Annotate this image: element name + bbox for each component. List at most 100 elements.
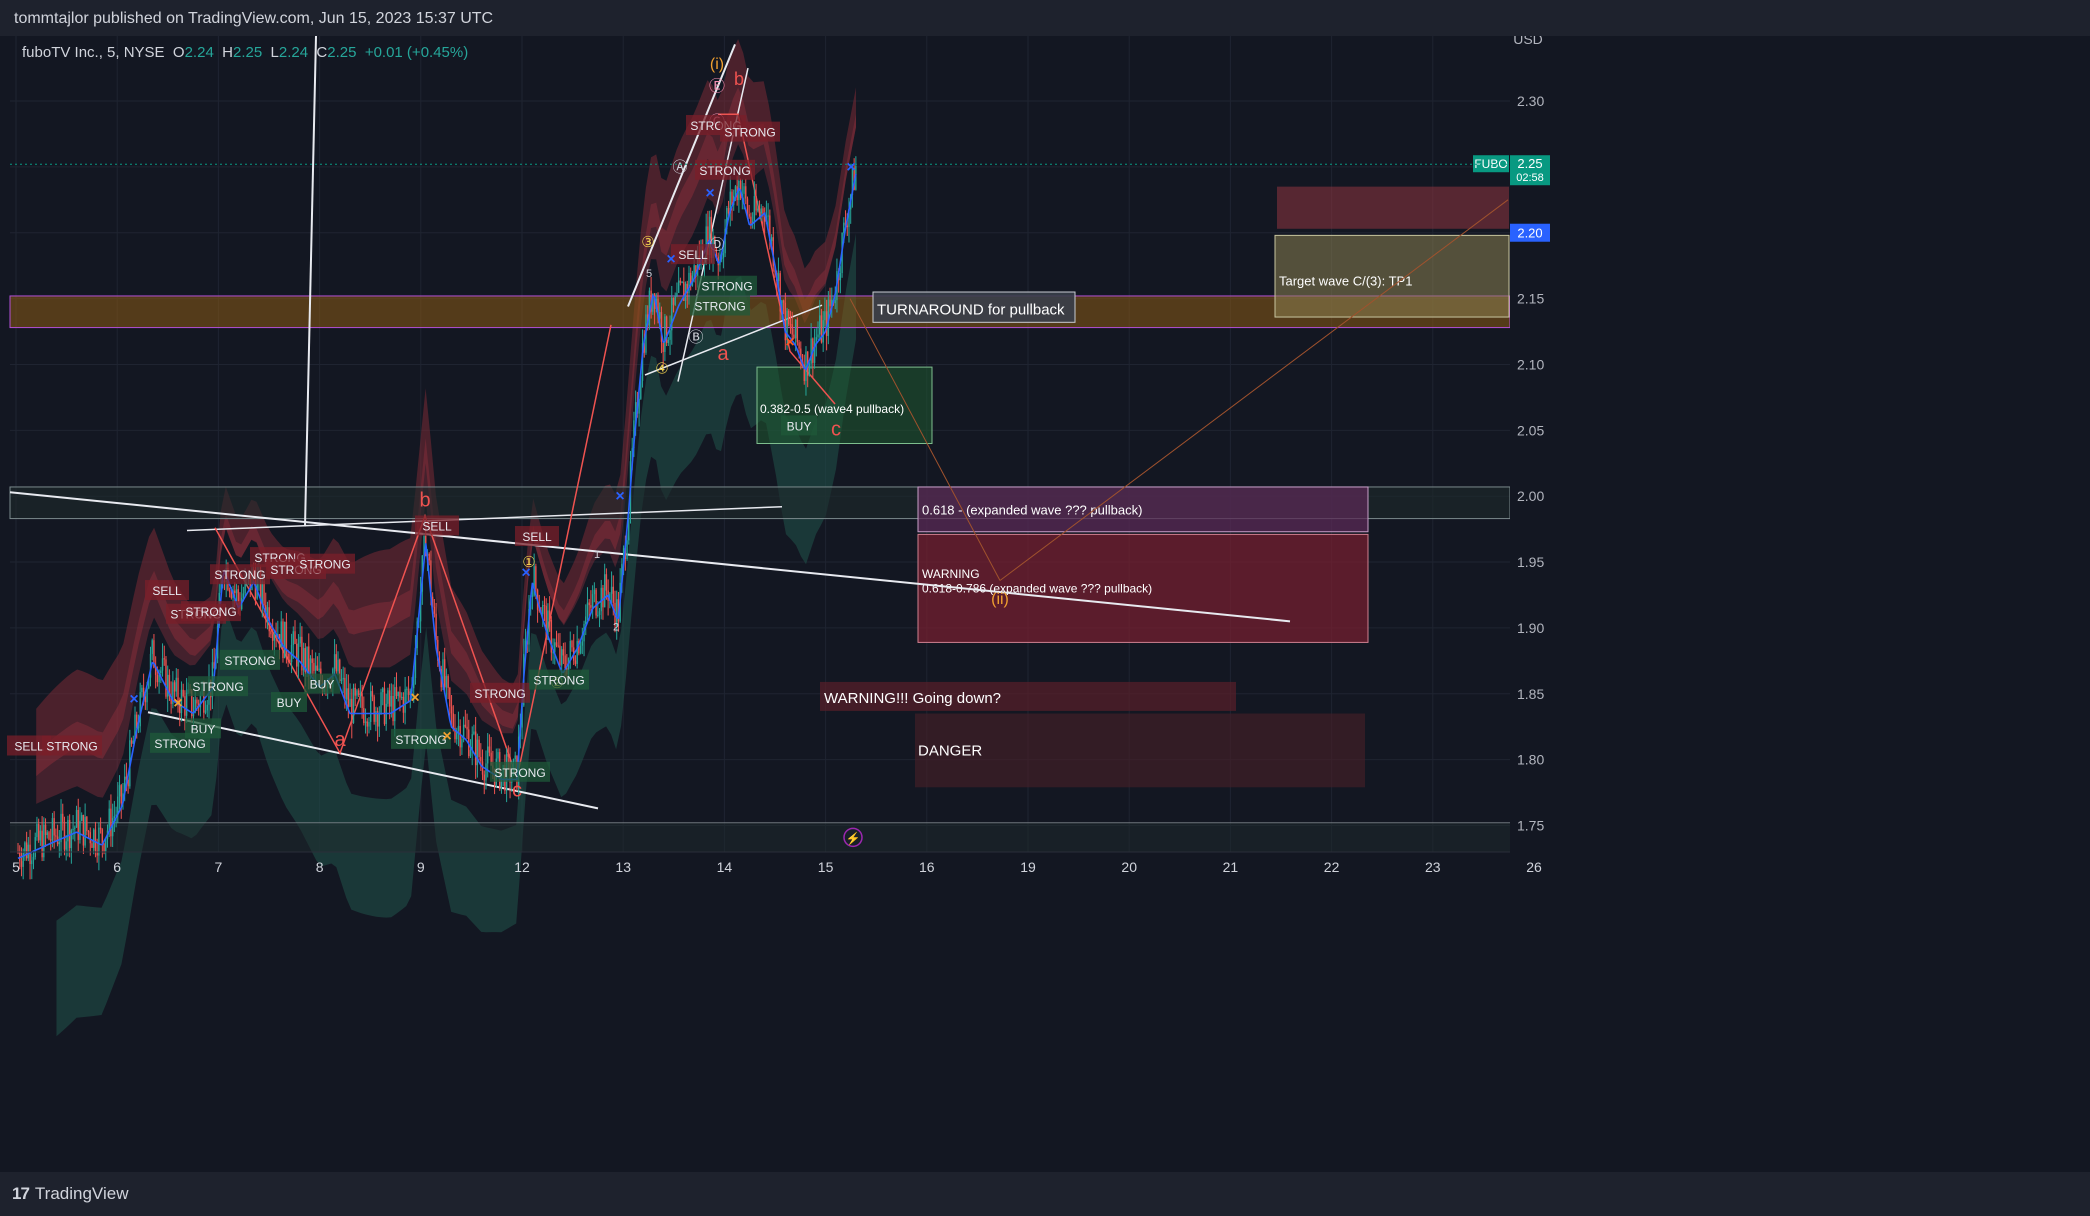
candle-body bbox=[368, 721, 370, 727]
fib618-label: 0.618 - (expanded wave ??? pullback) bbox=[922, 503, 1142, 518]
candle-body bbox=[531, 595, 534, 597]
signal-label: STRONG bbox=[192, 680, 243, 694]
footer-bar: 17 TradingView bbox=[0, 1172, 2090, 1216]
candle-body bbox=[166, 674, 169, 697]
candle-body bbox=[53, 818, 55, 836]
candle-body bbox=[234, 590, 236, 594]
candle-body bbox=[296, 643, 298, 667]
candle-body bbox=[433, 606, 436, 614]
candle-body bbox=[667, 339, 670, 343]
candle-body bbox=[359, 693, 362, 696]
price-chart[interactable]: Target wave C/(3): TP1TURNAROUND for pul… bbox=[0, 36, 2090, 1172]
cross-marker: × bbox=[705, 185, 714, 202]
tradingview-brand[interactable]: 17 TradingView bbox=[12, 1184, 128, 1204]
candle-body bbox=[746, 198, 749, 215]
candle-body bbox=[242, 593, 245, 598]
candle-body bbox=[237, 589, 239, 602]
candle-body bbox=[370, 691, 372, 722]
candle-body bbox=[755, 196, 757, 211]
candle-body bbox=[308, 646, 310, 674]
cross-marker: × bbox=[785, 334, 794, 351]
candle-body bbox=[63, 821, 66, 850]
wave-label: a bbox=[717, 343, 729, 365]
price-tick: 1.80 bbox=[1517, 752, 1544, 768]
signal-label: BUY bbox=[787, 419, 812, 433]
candle-body bbox=[51, 818, 54, 841]
candle-body bbox=[760, 208, 762, 214]
candle-body bbox=[101, 829, 104, 844]
wave-label: (i) bbox=[710, 56, 724, 73]
time-tick: 5 bbox=[12, 859, 20, 875]
candle-body bbox=[593, 589, 596, 595]
candle-body bbox=[822, 320, 824, 343]
candle-body bbox=[206, 704, 208, 711]
candle-body bbox=[156, 674, 159, 683]
candle-body bbox=[29, 844, 31, 865]
signal-label: SELL bbox=[152, 584, 182, 598]
wave-label: b bbox=[734, 69, 744, 89]
candle-body bbox=[514, 755, 516, 760]
candle-body bbox=[120, 785, 122, 804]
candle-body bbox=[356, 690, 358, 696]
candle-body bbox=[91, 843, 93, 848]
currency-label: USD bbox=[1513, 36, 1543, 47]
candle-body bbox=[669, 330, 671, 340]
candle-body bbox=[366, 721, 368, 727]
candle-body bbox=[130, 740, 133, 744]
candle-body bbox=[77, 809, 79, 840]
candle-body bbox=[748, 214, 750, 217]
candle-body bbox=[478, 739, 480, 758]
candle-body bbox=[788, 310, 790, 325]
candle-body bbox=[161, 658, 164, 671]
candle-body bbox=[829, 299, 831, 307]
candle-body bbox=[452, 713, 454, 728]
legend-open: 2.24 bbox=[184, 44, 214, 61]
candle-body bbox=[363, 708, 365, 723]
candle-body bbox=[486, 746, 489, 764]
wave-label: c bbox=[512, 779, 522, 801]
candle-body bbox=[750, 216, 752, 224]
candle-body bbox=[196, 699, 198, 704]
cross-marker: × bbox=[521, 565, 530, 582]
candle-body bbox=[333, 654, 336, 669]
candle-body bbox=[815, 337, 817, 342]
candle-body bbox=[354, 687, 356, 696]
time-tick: 9 bbox=[417, 859, 425, 875]
candle-body bbox=[569, 640, 571, 658]
candle-body bbox=[399, 691, 401, 698]
price-axis bbox=[1510, 36, 2090, 852]
signal-label: STRONG bbox=[699, 164, 750, 178]
cross-marker: × bbox=[666, 251, 675, 268]
candle-body bbox=[598, 611, 601, 615]
wave-label: 5 bbox=[646, 268, 652, 280]
candle-body bbox=[791, 324, 793, 335]
candle-body bbox=[342, 677, 344, 680]
legend-high: 2.25 bbox=[232, 44, 263, 61]
candle-body bbox=[588, 602, 590, 606]
candle-body bbox=[141, 687, 143, 693]
candle-body bbox=[590, 605, 592, 608]
symbol-legend: fuboTV Inc., 5, NYSE O2.24 H2.25 L2.24 C… bbox=[22, 44, 468, 61]
candle-body bbox=[306, 646, 308, 672]
candle-body bbox=[204, 710, 207, 713]
candle-body bbox=[808, 363, 811, 376]
candle-body bbox=[50, 839, 52, 841]
cross-marker: × bbox=[442, 728, 451, 745]
candle-body bbox=[294, 631, 296, 644]
candle-body bbox=[46, 832, 48, 835]
wave4-label: 0.382-0.5 (wave4 pullback) bbox=[760, 402, 904, 416]
candle-body bbox=[25, 842, 28, 859]
candle-body bbox=[110, 808, 112, 837]
publisher-bar: tommtajlor published on TradingView.com,… bbox=[0, 0, 2090, 36]
price-tick: 2.15 bbox=[1517, 291, 1544, 307]
candle-body bbox=[271, 634, 274, 641]
candle-body bbox=[497, 752, 499, 759]
cross-marker: × bbox=[129, 691, 138, 708]
wave-label: ③ bbox=[641, 234, 654, 251]
signal-label: STRONG bbox=[299, 558, 350, 572]
candle-body bbox=[404, 689, 406, 713]
candle-body bbox=[344, 677, 346, 700]
candle-body bbox=[113, 816, 116, 818]
candle-body bbox=[103, 843, 105, 852]
candle-body bbox=[794, 319, 797, 339]
